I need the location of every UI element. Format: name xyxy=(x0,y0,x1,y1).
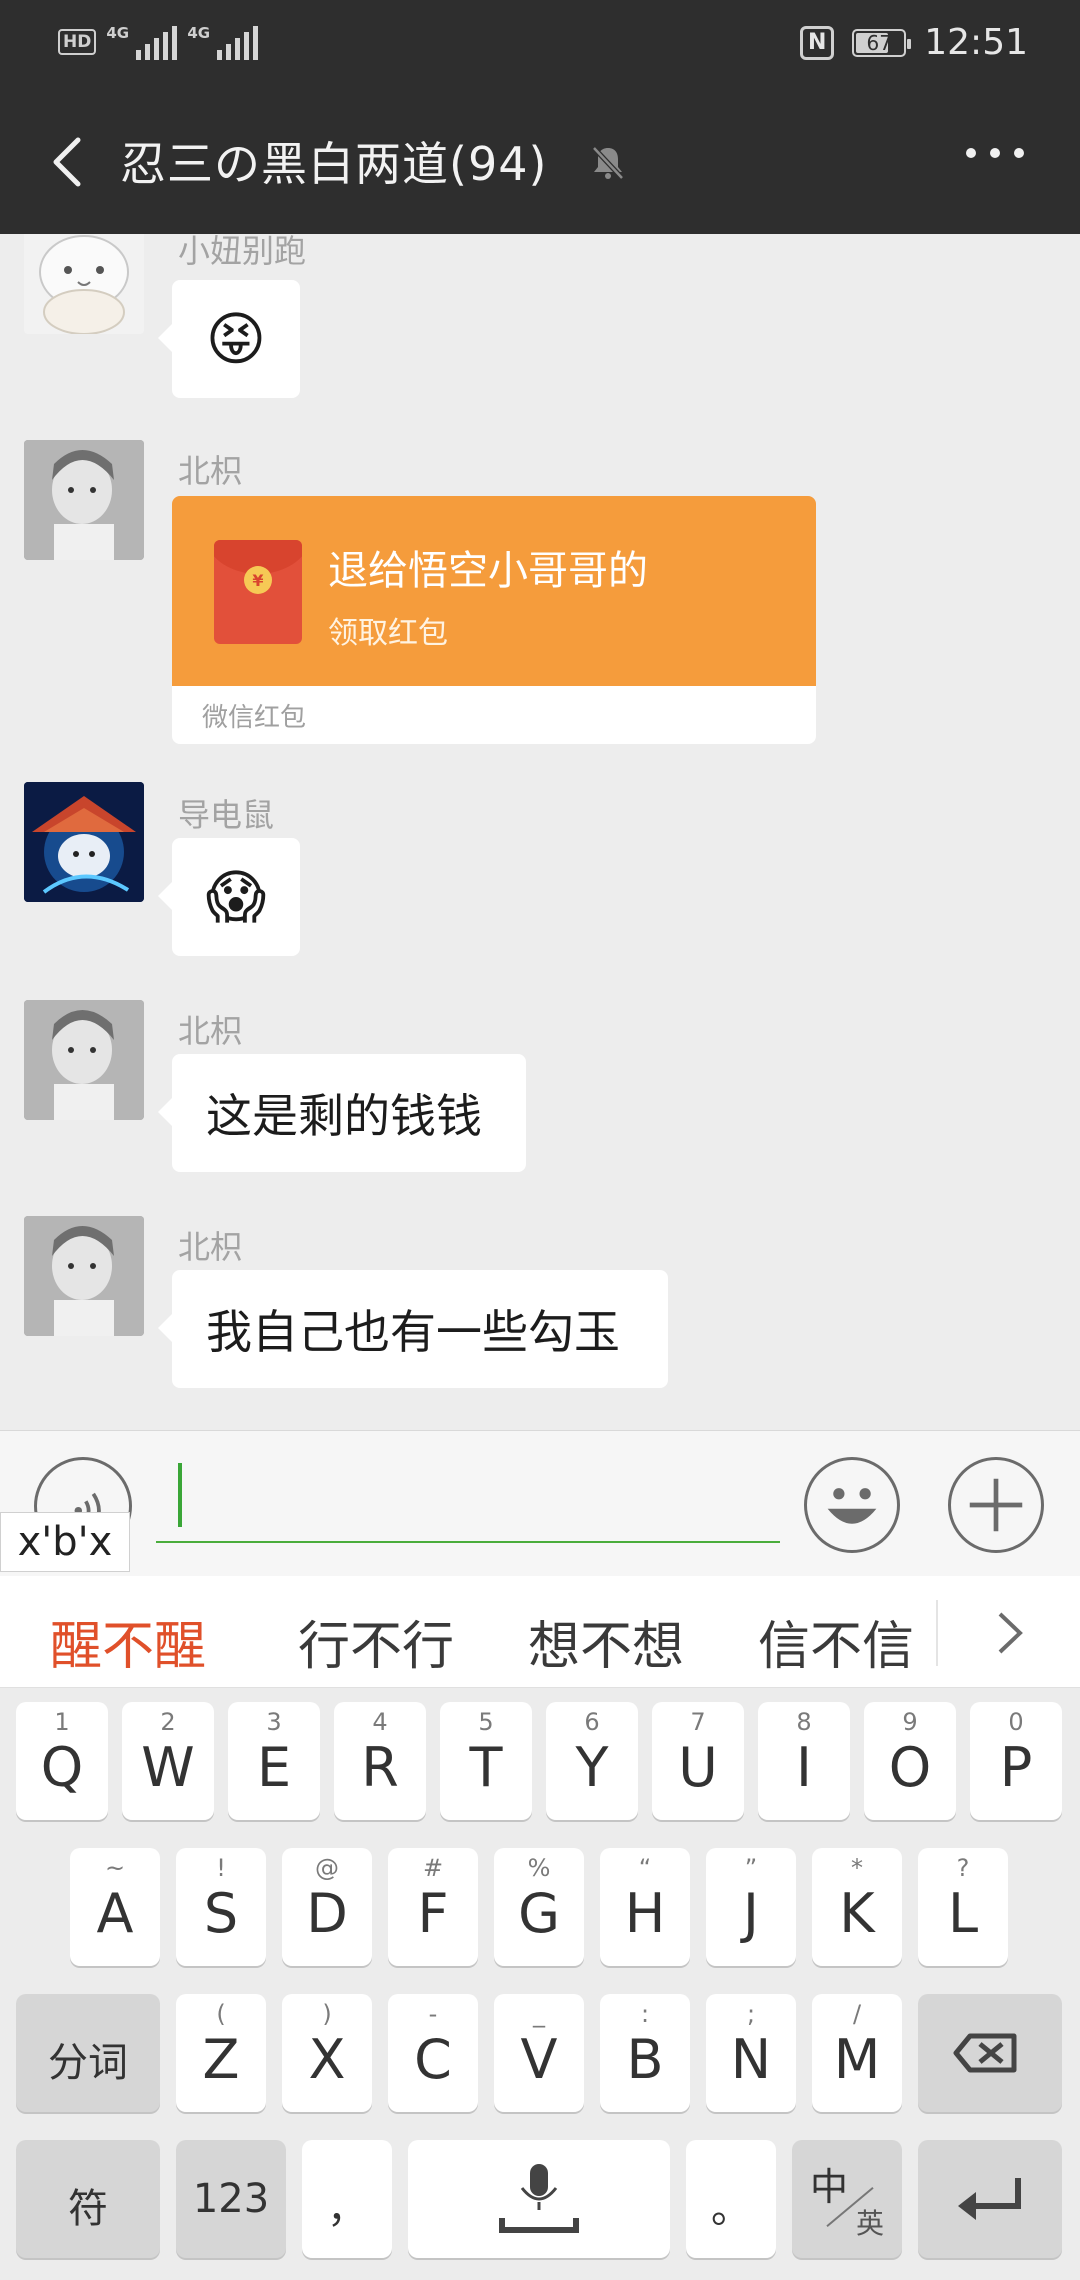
chevron-right-icon[interactable] xyxy=(990,1606,1030,1660)
key-o[interactable]: 9O xyxy=(864,1702,956,1820)
sender-name: 北枳 xyxy=(178,452,243,490)
message-input[interactable] xyxy=(156,1461,780,1543)
key-b[interactable]: :B xyxy=(600,1994,690,2112)
key-n[interactable]: ; N xyxy=(706,1994,796,2112)
more-options-icon[interactable] xyxy=(966,148,1024,158)
avatar-ninja[interactable] xyxy=(24,782,144,902)
status-left: HD 4G 4G xyxy=(58,24,259,60)
key-s[interactable]: ! S xyxy=(176,1848,266,1966)
candidate-item[interactable]: 信不信 xyxy=(758,1604,914,1679)
microphone-icon xyxy=(499,2164,579,2233)
signal-icon-2: 4G xyxy=(187,24,259,60)
hd-voice-icon: HD xyxy=(58,29,97,55)
message-list[interactable]: 小妞别跑 😝 北枳 ¥ 退给悟空小哥哥的 领取红包 微信红包 导电鼠 😱 北枳 … xyxy=(0,234,1080,1430)
candidate-item[interactable]: 醒不醒 xyxy=(50,1604,206,1679)
avatar-girl[interactable] xyxy=(24,1000,144,1120)
red-packet-message[interactable]: ¥ 退给悟空小哥哥的 领取红包 微信红包 xyxy=(172,496,816,744)
text-message[interactable]: 这是剩的钱钱 xyxy=(158,1054,526,1172)
key-z[interactable]: (Z xyxy=(176,1994,266,2112)
enter-icon xyxy=(958,2178,1021,2220)
keyboard: 1Q 2W 3E 4R 5T 6Y 7U 8I 9O 0P ~ A ! S @ D #… xyxy=(0,1688,1080,2280)
candidate-divider xyxy=(936,1600,938,1666)
status-right: N 67 12:51 xyxy=(800,22,1028,63)
candidate-item[interactable]: 想不想 xyxy=(528,1604,684,1679)
key-j[interactable]: ” J xyxy=(706,1848,796,1966)
candidate-item[interactable]: 行不行 xyxy=(298,1604,454,1679)
battery-level: 67 xyxy=(866,30,892,55)
segment-key[interactable]: 分词 xyxy=(16,1994,160,2112)
key-g[interactable]: % G xyxy=(494,1848,584,1966)
red-packet-footer: 微信红包 xyxy=(172,686,816,744)
key-h[interactable]: “H xyxy=(600,1848,690,1966)
sender-name: 北枳 xyxy=(178,1012,243,1050)
period-key[interactable]: 。 xyxy=(686,2140,776,2258)
numbers-key[interactable]: 123 xyxy=(176,2140,286,2258)
pinyin-composition: x'b'x xyxy=(0,1512,130,1572)
key-k[interactable]: * K xyxy=(812,1848,902,1966)
key-e[interactable]: 3E xyxy=(228,1702,320,1820)
symbols-key[interactable]: 符 xyxy=(16,2140,160,2258)
backspace-icon xyxy=(953,2033,1017,2073)
candidate-bar: 醒不醒 行不行 想不想 信不信 xyxy=(0,1576,1080,1688)
emoji-icon[interactable] xyxy=(804,1457,900,1553)
mute-bell-icon xyxy=(592,146,624,180)
comma-key[interactable]: ， xyxy=(302,2140,392,2258)
text-message[interactable]: 我自己也有一些勾玉 xyxy=(158,1270,668,1388)
language-switch-key[interactable]: 中 英 xyxy=(792,2140,902,2258)
chat-header: 忍三の黑白两道(94) xyxy=(0,92,1080,234)
space-key[interactable] xyxy=(408,2140,670,2258)
signal-icon-1: 4G xyxy=(106,24,178,60)
backspace-key[interactable] xyxy=(918,1994,1062,2112)
avatar-girl[interactable] xyxy=(24,1216,144,1336)
battery-icon: 67 xyxy=(852,28,912,57)
key-t[interactable]: 5T xyxy=(440,1702,532,1820)
red-envelope-icon: ¥ xyxy=(214,540,302,644)
key-q[interactable]: 1Q xyxy=(16,1702,108,1820)
avatar-cat[interactable] xyxy=(24,234,144,334)
key-u[interactable]: 7U xyxy=(652,1702,744,1820)
enter-key[interactable] xyxy=(918,2140,1062,2258)
key-p[interactable]: 0P xyxy=(970,1702,1062,1820)
clock: 12:51 xyxy=(924,22,1028,63)
status-bar: HD 4G 4G N 67 12:51 xyxy=(0,0,1080,92)
key-a[interactable]: ~ A xyxy=(70,1848,160,1966)
red-packet-title: 退给悟空小哥哥的 xyxy=(328,548,648,594)
key-i[interactable]: 8I xyxy=(758,1702,850,1820)
red-packet-subtitle: 领取红包 xyxy=(328,616,448,651)
key-w[interactable]: 2W xyxy=(122,1702,214,1820)
plus-icon[interactable] xyxy=(948,1457,1044,1553)
sender-name: 小妞别跑 xyxy=(178,234,307,270)
key-c[interactable]: -C xyxy=(388,1994,478,2112)
key-v[interactable]: _ V xyxy=(494,1994,584,2112)
back-arrow-icon[interactable] xyxy=(40,132,100,192)
key-l[interactable]: ? L xyxy=(918,1848,1008,1966)
emoji-message[interactable]: 😝 xyxy=(158,280,300,398)
sender-name: 导电鼠 xyxy=(178,796,275,834)
nfc-icon: N xyxy=(800,25,835,60)
key-y[interactable]: 6Y xyxy=(546,1702,638,1820)
key-d[interactable]: @ D xyxy=(282,1848,372,1966)
avatar-girl[interactable] xyxy=(24,440,144,560)
text-caret xyxy=(178,1463,182,1527)
key-m[interactable]: / M xyxy=(812,1994,902,2112)
emoji-message[interactable]: 😱 xyxy=(158,838,300,956)
sender-name: 北枳 xyxy=(178,1228,243,1266)
key-r[interactable]: 4R xyxy=(334,1702,426,1820)
red-packet-body: ¥ 退给悟空小哥哥的 领取红包 xyxy=(172,496,816,686)
key-x[interactable]: ) X xyxy=(282,1994,372,2112)
input-bar xyxy=(0,1430,1080,1576)
chat-title: 忍三の黑白两道(94) xyxy=(120,137,548,191)
key-f[interactable]: # F xyxy=(388,1848,478,1966)
